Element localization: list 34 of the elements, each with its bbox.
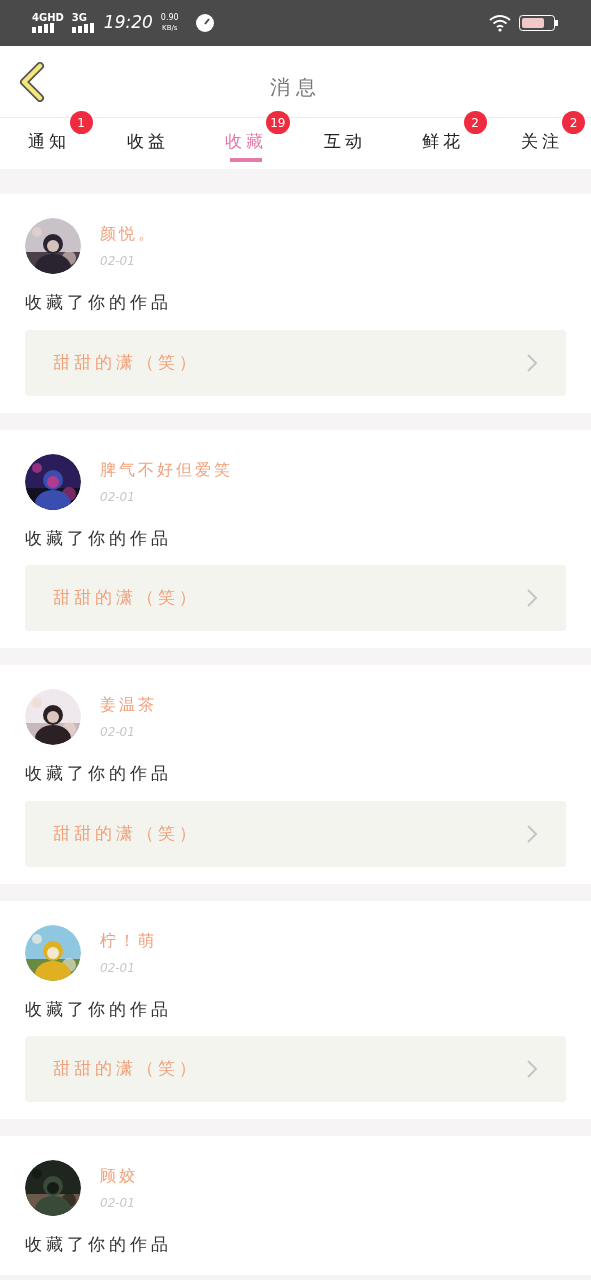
work-link[interactable]: 甜甜的潇（笑） xyxy=(25,1036,566,1102)
user-name[interactable]: 柠！萌 xyxy=(100,928,157,953)
work-link[interactable]: 甜甜的潇（笑） xyxy=(25,565,566,631)
message-text: 收藏了你的作品 xyxy=(25,291,173,314)
count-badge: 19 xyxy=(266,111,290,134)
signal-icon xyxy=(71,23,96,33)
tab[interactable]: 互动 xyxy=(295,118,394,169)
network-label: 4GHD xyxy=(32,13,64,23)
network-label: 3G xyxy=(71,13,87,23)
message-text: 收藏了你的作品 xyxy=(25,997,173,1021)
clock: 19:20 xyxy=(103,11,153,35)
work-link[interactable]: 甜甜的潇（笑） xyxy=(25,800,566,867)
message-text: 收藏了你的作品 xyxy=(25,526,173,550)
count-badge: 1 xyxy=(69,111,93,134)
user-name[interactable]: 顾姣 xyxy=(100,1164,138,1188)
chevron-right-icon xyxy=(526,1059,538,1079)
page-title: 消息 xyxy=(269,74,322,101)
chevron-right-icon xyxy=(526,352,538,373)
message-text: 收藏了你的作品 xyxy=(25,1233,173,1256)
wifi-icon xyxy=(489,14,511,32)
user-name[interactable]: 姜温茶 xyxy=(100,693,157,717)
user-name[interactable]: 脾气不好但爱笑 xyxy=(100,457,233,482)
battery-icon xyxy=(519,15,559,31)
message-text: 收藏了你的作品 xyxy=(25,762,173,785)
count-badge: 2 xyxy=(463,111,487,134)
count-badge: 2 xyxy=(562,111,585,134)
signal-icon xyxy=(32,23,56,33)
user-name[interactable]: 颜悦。 xyxy=(100,222,157,246)
chevron-right-icon xyxy=(526,823,538,844)
tab[interactable]: 收益 xyxy=(98,118,197,169)
chevron-right-icon xyxy=(526,588,538,608)
speedometer-icon xyxy=(194,13,215,33)
speed-value: 0.90 xyxy=(160,14,179,22)
work-link[interactable]: 甜甜的潇（笑） xyxy=(25,329,566,396)
